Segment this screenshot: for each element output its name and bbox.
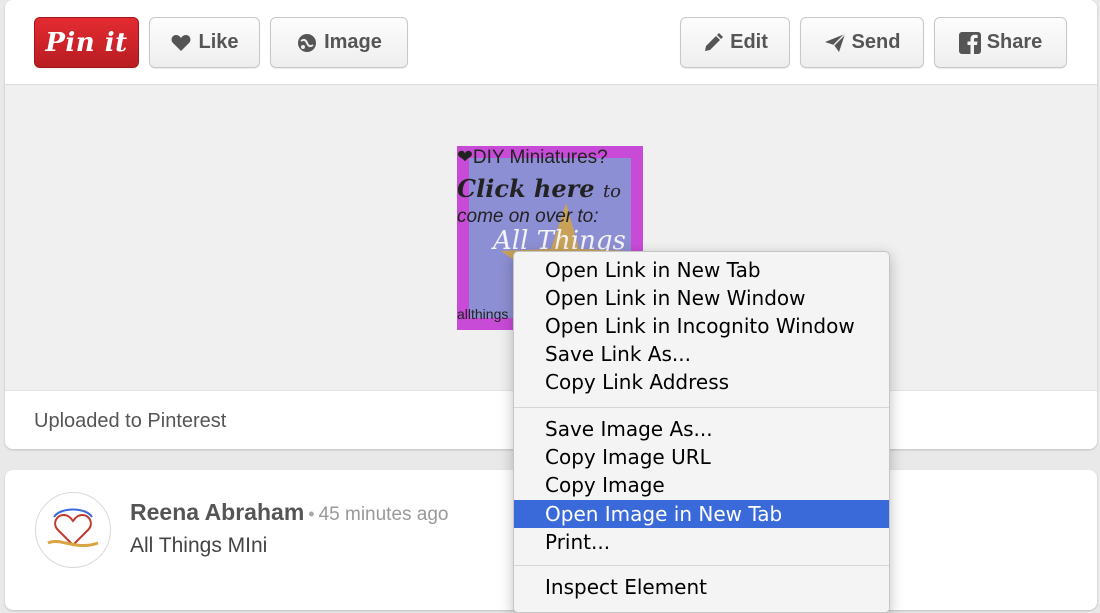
menu-item-inspect-element[interactable]: Inspect Element: [514, 573, 889, 601]
pin-caption: Uploaded to Pinterest: [34, 410, 227, 432]
menu-item-open-image-new-tab[interactable]: Open Image in New Tab: [514, 500, 889, 528]
share-button[interactable]: Share: [934, 17, 1067, 68]
user-name[interactable]: Reena Abraham: [130, 499, 304, 525]
menu-item-open-link-new-tab[interactable]: Open Link in New Tab: [514, 256, 889, 284]
send-label: Send: [851, 31, 901, 53]
menu-item-copy-image-url[interactable]: Copy Image URL: [514, 443, 889, 471]
menu-item-print[interactable]: Print...: [514, 528, 889, 556]
timestamp: 45 minutes ago: [318, 504, 449, 525]
pencil-icon: [702, 32, 724, 54]
pin-image-text-2: Click here to: [457, 174, 622, 203]
board-name[interactable]: All Things MIni: [130, 534, 267, 558]
send-button[interactable]: Send: [800, 17, 924, 68]
menu-item-save-image-as[interactable]: Save Image As...: [514, 415, 889, 443]
like-label: Like: [198, 31, 239, 53]
image-button[interactable]: Image: [270, 17, 408, 68]
pin-image-text-3: come on over to:: [457, 206, 599, 227]
edit-button[interactable]: Edit: [680, 17, 790, 68]
menu-item-save-link-as[interactable]: Save Link As...: [514, 340, 889, 368]
menu-item-copy-link-address[interactable]: Copy Link Address: [514, 368, 889, 396]
separator: •: [308, 504, 315, 524]
like-button[interactable]: Like: [149, 17, 260, 68]
menu-item-open-link-incognito[interactable]: Open Link in Incognito Window: [514, 312, 889, 340]
image-icon: [296, 32, 318, 54]
paper-plane-icon: [824, 32, 846, 54]
menu-item-open-link-new-window[interactable]: Open Link in New Window: [514, 284, 889, 312]
pin-image-text-1: ❤DIY Miniatures?: [457, 147, 608, 168]
pin-it-button[interactable]: Pin it: [34, 17, 139, 68]
menu-separator: [514, 407, 889, 408]
image-label: Image: [324, 31, 382, 53]
avatar[interactable]: [35, 492, 111, 568]
facebook-icon: [958, 31, 981, 54]
pin-it-label: Pin it: [45, 27, 128, 58]
heart-icon: [170, 32, 192, 54]
menu-item-copy-image[interactable]: Copy Image: [514, 471, 889, 499]
comment-header: Reena Abraham • 45 minutes ago: [130, 499, 449, 526]
menu-separator: [514, 565, 889, 566]
share-label: Share: [986, 31, 1043, 53]
edit-label: Edit: [730, 31, 768, 53]
context-menu: Open Link in New Tab Open Link in New Wi…: [513, 251, 890, 613]
pin-toolbar: Pin it Like Image Edit Send Share: [5, 0, 1097, 85]
